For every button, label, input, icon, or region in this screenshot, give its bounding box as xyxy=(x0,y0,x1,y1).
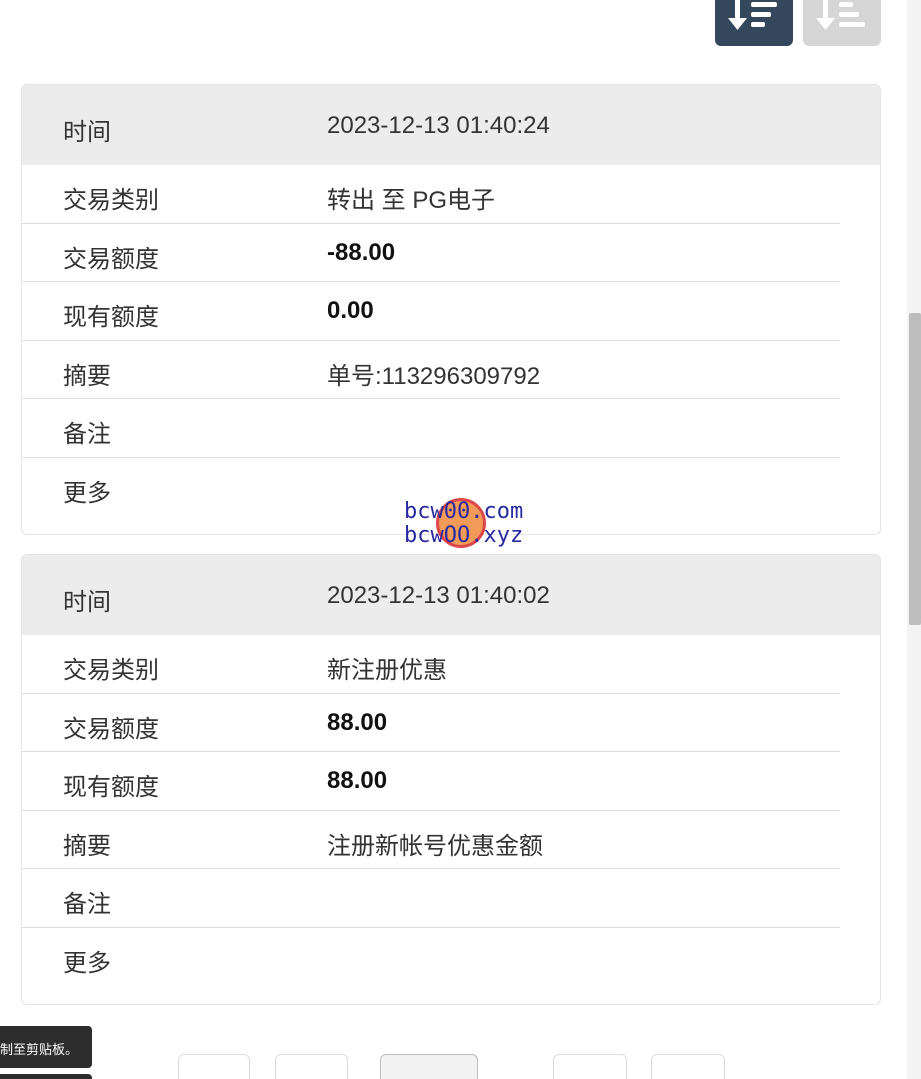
row-more[interactable]: 更多 xyxy=(22,928,840,987)
watermark-line-1: bcw00.com xyxy=(404,499,524,524)
type-label: 交易类别 xyxy=(63,187,159,214)
pagination-button[interactable] xyxy=(651,1054,725,1079)
summary-label: 摘要 xyxy=(63,832,111,860)
row-note: 备注 xyxy=(22,869,840,928)
note-label: 备注 xyxy=(63,891,111,919)
type-value: 新注册优惠 xyxy=(327,657,447,684)
amount-label: 交易额度 xyxy=(63,715,159,743)
amount-value: 88.00 xyxy=(327,708,388,736)
row-amount: 交易额度 -88.00 xyxy=(22,224,840,283)
summary-value: 单号:113296309792 xyxy=(327,362,541,390)
summary-value: 注册新帐号优惠金额 xyxy=(327,832,543,860)
pagination-current[interactable] xyxy=(380,1054,478,1079)
row-summary: 摘要 注册新帐号优惠金额 xyxy=(22,811,840,870)
type-value: 转出 至 PG电子 xyxy=(327,187,496,214)
toast-message: 制至剪贴板。 xyxy=(0,1026,92,1068)
scrollbar-thumb[interactable] xyxy=(909,313,921,625)
time-label: 时间 xyxy=(63,119,111,146)
pagination-button[interactable] xyxy=(275,1054,348,1079)
time-value: 2023-12-13 01:40:24 xyxy=(327,112,550,139)
transaction-card: 时间 2023-12-13 01:40:24 交易类别 转出 至 PG电子 交易… xyxy=(21,84,881,535)
toast-text: 制至剪贴板。 xyxy=(0,1042,79,1057)
time-value: 2023-12-13 01:40:02 xyxy=(327,582,550,609)
more-label[interactable]: 更多 xyxy=(63,473,111,508)
note-label: 备注 xyxy=(63,421,111,449)
row-balance: 现有额度 0.00 xyxy=(22,282,840,341)
amount-label: 交易额度 xyxy=(63,245,159,273)
pagination-button[interactable] xyxy=(553,1054,627,1079)
row-type: 交易类别 转出 至 PG电子 xyxy=(22,165,840,224)
transaction-card: 时间 2023-12-13 01:40:02 交易类别 新注册优惠 交易额度 8… xyxy=(21,554,881,1005)
sort-descending-button[interactable] xyxy=(715,0,793,46)
row-note: 备注 xyxy=(22,399,840,458)
watermark-line-2: bcwOO.xyz xyxy=(404,523,524,548)
card-header: 时间 2023-12-13 01:40:24 xyxy=(22,85,880,165)
balance-label: 现有额度 xyxy=(63,304,159,332)
summary-label: 摘要 xyxy=(63,362,111,390)
amount-value: -88.00 xyxy=(327,238,396,266)
pagination-button[interactable] xyxy=(178,1054,250,1079)
balance-value: 0.00 xyxy=(327,297,374,325)
balance-value: 88.00 xyxy=(327,767,388,795)
row-summary: 摘要 单号:113296309792 xyxy=(22,341,840,400)
sort-ascending-icon xyxy=(816,0,865,30)
row-amount: 交易额度 88.00 xyxy=(22,694,840,753)
sort-descending-icon xyxy=(728,0,777,30)
balance-label: 现有额度 xyxy=(63,774,159,802)
watermark: bcw00.com bcwOO.xyz xyxy=(404,498,534,550)
row-balance: 现有额度 88.00 xyxy=(22,752,840,811)
more-label[interactable]: 更多 xyxy=(63,943,111,978)
sort-ascending-button[interactable] xyxy=(803,0,881,46)
row-type: 交易类别 新注册优惠 xyxy=(22,635,840,694)
toast-message-secondary xyxy=(0,1074,92,1079)
time-label: 时间 xyxy=(63,589,111,616)
type-label: 交易类别 xyxy=(63,657,159,684)
card-header: 时间 2023-12-13 01:40:02 xyxy=(22,555,880,635)
